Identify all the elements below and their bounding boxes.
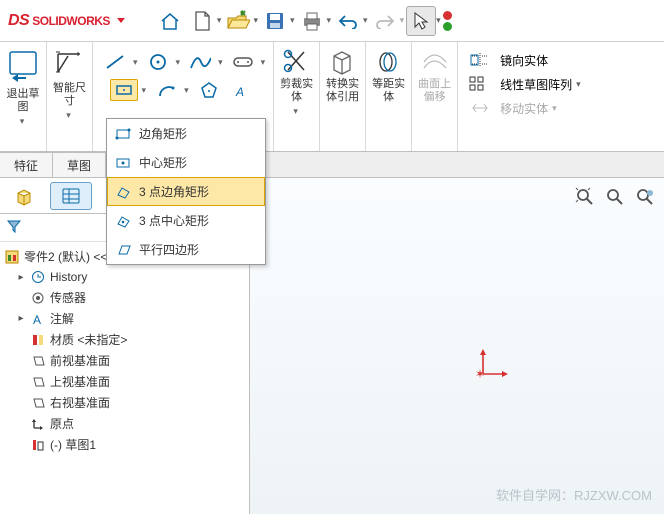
- new-icon[interactable]: [187, 6, 217, 36]
- sensor-icon: [30, 290, 46, 306]
- zoom-fit-icon[interactable]: [572, 184, 598, 210]
- redo-icon[interactable]: [370, 6, 400, 36]
- three-corner-icon: [115, 184, 131, 200]
- print-icon[interactable]: [297, 6, 327, 36]
- tree-top-plane[interactable]: 上视基准面: [2, 371, 247, 392]
- slot-icon[interactable]: [229, 51, 257, 73]
- mirror-label[interactable]: 镜向实体: [500, 52, 548, 69]
- tree-right-plane[interactable]: 右视基准面: [2, 392, 247, 413]
- plane-icon: [30, 374, 46, 390]
- text-icon[interactable]: A: [229, 79, 257, 101]
- smart-dimension-button[interactable]: 智能尺 寸: [51, 46, 88, 110]
- offset-button[interactable]: 等距实 体: [370, 46, 407, 106]
- circle-icon[interactable]: [144, 51, 172, 73]
- traffic-light-icon[interactable]: [443, 11, 458, 31]
- tab-sketch[interactable]: 草图: [53, 152, 106, 177]
- arc-icon[interactable]: [152, 79, 180, 101]
- spline-icon[interactable]: [186, 51, 214, 73]
- dropdown-item-corner-rect[interactable]: 边角矩形: [107, 119, 265, 148]
- rectangle-icon[interactable]: [110, 79, 138, 101]
- svg-text:A: A: [235, 85, 244, 99]
- pattern-icon[interactable]: [466, 73, 494, 95]
- dropdown-item-center-rect[interactable]: 中心矩形: [107, 148, 265, 177]
- sketch-icon: [30, 437, 46, 453]
- undo-icon[interactable]: [333, 6, 363, 36]
- dropdown-item-parallelogram[interactable]: 平行四边形: [107, 235, 265, 264]
- tree-material[interactable]: 材质 <未指定>: [2, 329, 247, 350]
- surface-offset-button: 曲面上 偏移: [416, 46, 453, 106]
- mirror-icon[interactable]: [466, 49, 494, 71]
- save-icon[interactable]: [260, 6, 290, 36]
- filter-icon[interactable]: [6, 218, 22, 234]
- move-label: 移动实体: [500, 100, 548, 117]
- title-bar: DSSOLIDWORKS ▾ ▾ ▾ ▾ ▾ ▾ ▾: [0, 0, 664, 42]
- corner-rect-icon: [115, 126, 131, 142]
- material-icon: [30, 332, 46, 348]
- app-logo: DSSOLIDWORKS: [8, 12, 125, 30]
- open-icon[interactable]: [223, 6, 253, 36]
- chevron-down-icon[interactable]: [117, 18, 125, 23]
- svg-text:A: A: [33, 313, 41, 326]
- zoom-area-icon[interactable]: [602, 184, 628, 210]
- sidebar-tab-feature-manager[interactable]: [4, 182, 46, 210]
- exit-sketch-button[interactable]: 退出草 图: [4, 46, 42, 116]
- tab-feature[interactable]: 特征: [0, 152, 53, 177]
- tree-sketch1[interactable]: (-) 草图1: [2, 434, 247, 455]
- tab-bar: 特征 草图: [0, 152, 664, 178]
- plane-icon: [30, 353, 46, 369]
- dropdown-item-3pt-center[interactable]: 3 点中心矩形: [107, 206, 265, 235]
- select-icon[interactable]: [406, 6, 436, 36]
- three-center-icon: [115, 213, 131, 229]
- annotation-icon: A: [30, 311, 46, 327]
- history-icon: [30, 269, 46, 285]
- polygon-icon[interactable]: [195, 79, 223, 101]
- tree-annotations[interactable]: ▸A注解: [2, 308, 247, 329]
- feature-tree: 零件2 (默认) <<默认>_显示状态 1> ▸History 传感器 ▸A注解…: [0, 242, 249, 514]
- pattern-label[interactable]: 线性草图阵列: [500, 76, 572, 93]
- trim-button[interactable]: 剪裁实 体: [278, 46, 315, 106]
- viewport[interactable]: ✶ 软件自学网：RJZXW.COM: [250, 178, 664, 514]
- tree-history[interactable]: ▸History: [2, 267, 247, 287]
- line-icon[interactable]: [101, 51, 129, 73]
- origin-icon: [30, 416, 46, 432]
- parallelogram-icon: [115, 242, 131, 258]
- watermark: 软件自学网：RJZXW.COM: [496, 485, 652, 504]
- convert-button[interactable]: 转换实 体引用: [324, 46, 361, 106]
- dropdown-item-3pt-corner[interactable]: 3 点边角矩形: [107, 177, 265, 206]
- center-rect-icon: [115, 155, 131, 171]
- home-icon[interactable]: [155, 6, 185, 36]
- sketch-origin-icon: ✶: [475, 348, 509, 385]
- ribbon: 退出草 图 ▾ 智能尺 寸 ▾ ▾ ▾ ▾ ▾ ▾ ▾ A 剪裁实 体 ▾: [0, 42, 664, 152]
- svg-text:✶: ✶: [475, 367, 485, 381]
- part-icon: [4, 249, 20, 265]
- tree-sensors[interactable]: 传感器: [2, 287, 247, 308]
- sidebar-tab-property-manager[interactable]: [50, 182, 92, 210]
- tree-origin[interactable]: 原点: [2, 413, 247, 434]
- view-orientation-icon[interactable]: [632, 184, 658, 210]
- tree-front-plane[interactable]: 前视基准面: [2, 350, 247, 371]
- plane-icon: [30, 395, 46, 411]
- move-icon: [466, 97, 494, 119]
- rectangle-dropdown: 边角矩形 中心矩形 3 点边角矩形 3 点中心矩形 平行四边形: [106, 118, 266, 265]
